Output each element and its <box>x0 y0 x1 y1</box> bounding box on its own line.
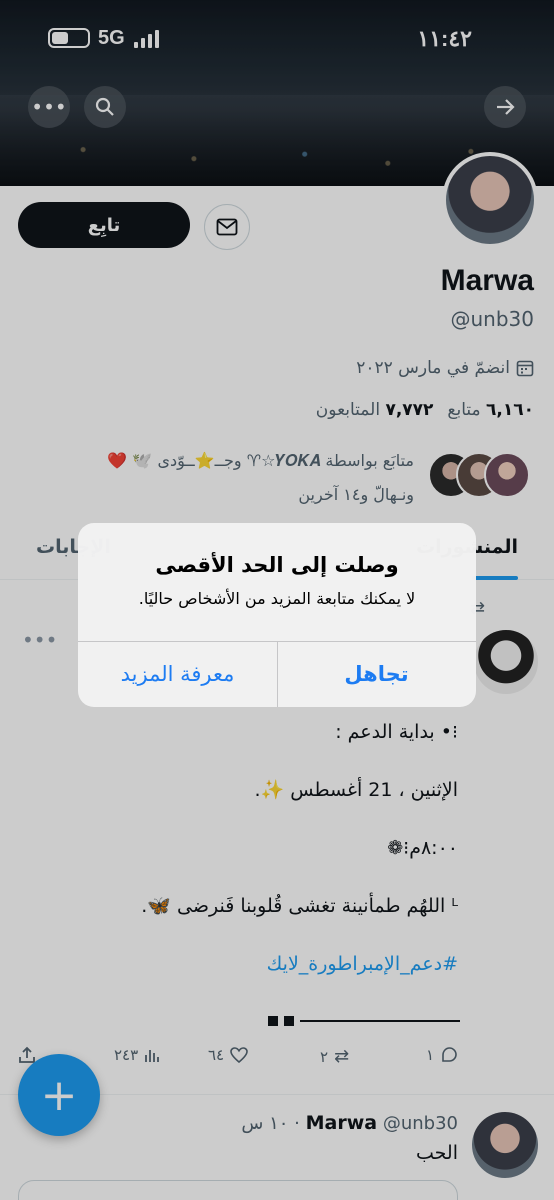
learn-more-button[interactable]: معرفة المزيد <box>78 641 277 707</box>
alert-message: لا يمكنك متابعة المزيد من الأشخاص حاليًا… <box>138 589 416 608</box>
alert-title: وصلت إلى الحد الأقصى <box>155 553 399 577</box>
limit-alert-dialog: وصلت إلى الحد الأقصى لا يمكنك متابعة الم… <box>78 523 476 707</box>
dismiss-button[interactable]: تجاهل <box>277 641 476 707</box>
